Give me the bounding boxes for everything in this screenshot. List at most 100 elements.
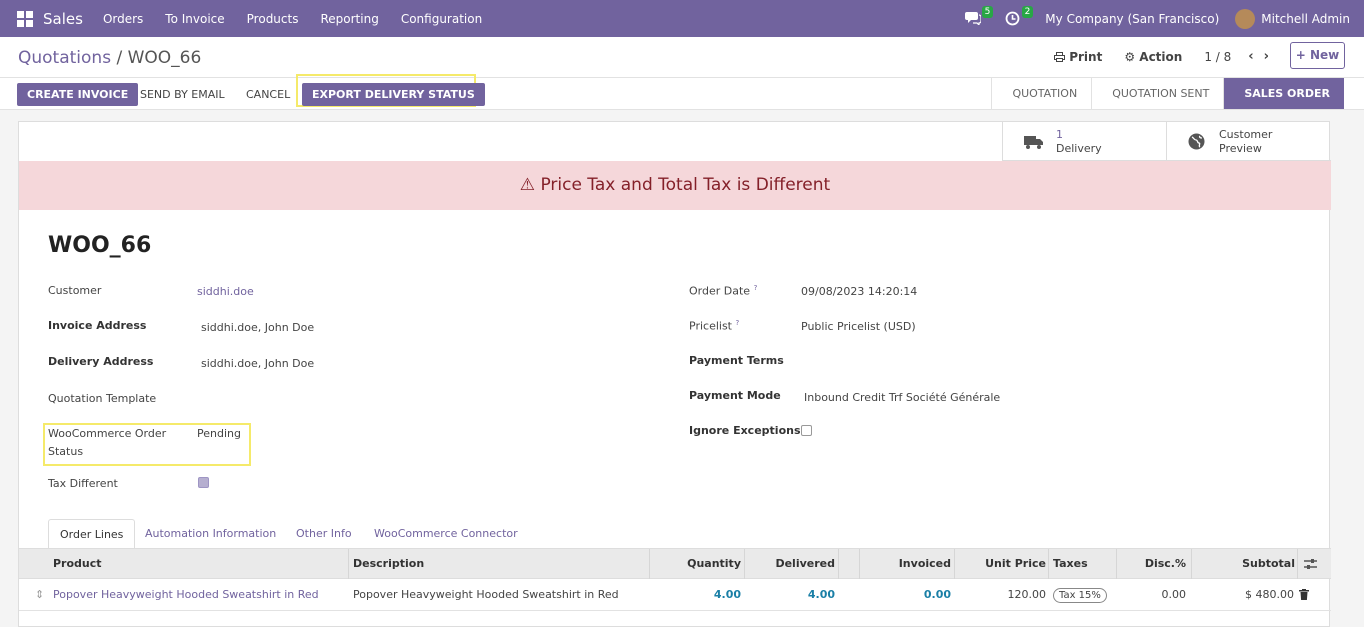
pager-next-icon[interactable]: › — [1264, 49, 1269, 64]
stage-quotation-sent[interactable]: QUOTATION SENT — [1091, 78, 1223, 109]
menu-orders[interactable]: Orders — [103, 12, 143, 26]
messages-badge: 5 — [981, 5, 994, 18]
delivery-label: Delivery — [1056, 142, 1102, 155]
col-separator — [744, 549, 745, 579]
order-date-value[interactable]: 09/08/2023 14:20:14 — [801, 285, 917, 298]
create-invoice-button[interactable]: CREATE INVOICE — [17, 83, 139, 106]
row-taxes[interactable]: Tax 15% — [1053, 579, 1107, 611]
cancel-button[interactable]: CANCEL — [246, 83, 290, 106]
print-button[interactable]: Print — [1054, 50, 1102, 64]
col-separator — [859, 549, 860, 579]
user-menu[interactable]: Mitchell Admin — [1261, 12, 1350, 26]
messages-icon[interactable]: 5 — [965, 5, 994, 27]
user-avatar[interactable] — [1235, 8, 1256, 29]
col-taxes[interactable]: Taxes — [1053, 549, 1088, 579]
pricelist-value[interactable]: Public Pricelist (USD) — [801, 320, 916, 333]
col-separator — [649, 549, 650, 579]
action-button[interactable]: ⚙ Action — [1124, 50, 1182, 64]
apps-menu-icon[interactable] — [17, 10, 33, 27]
preview-label: Preview — [1219, 142, 1262, 155]
customer-value[interactable]: siddhi.doe — [197, 285, 254, 298]
col-subtotal[interactable]: Subtotal — [1242, 549, 1295, 579]
row-invoiced[interactable]: 0.00 — [924, 579, 951, 611]
woo-order-status-value[interactable]: Pending — [197, 427, 241, 440]
breadcrumb-current: WOO_66 — [127, 48, 202, 68]
col-separator — [1048, 549, 1049, 579]
row-discount[interactable]: 0.00 — [1162, 579, 1187, 611]
woo-order-status-label-line1: WooCommerce Order — [48, 427, 167, 440]
send-by-email-button[interactable]: SEND BY EMAIL — [140, 83, 225, 106]
delivery-address-label: Delivery Address — [48, 355, 154, 368]
activities-clock-icon[interactable]: 2 — [1005, 5, 1034, 27]
customer-label: Customer — [1219, 128, 1273, 141]
order-date-label: Order Date ? — [689, 284, 757, 298]
row-drag-handle-icon[interactable]: ⇕ — [35, 579, 44, 611]
tab-woocommerce-connector[interactable]: WooCommerce Connector — [363, 519, 529, 549]
order-lines-header: Product Description Quantity Delivered I… — [19, 549, 1331, 579]
row-subtotal: $ 480.00 — [1245, 588, 1294, 601]
menu-reporting[interactable]: Reporting — [320, 12, 378, 26]
order-date-label-text: Order Date — [689, 284, 751, 298]
table-row[interactable]: ⇕ Popover Heavyweight Hooded Sweatshirt … — [19, 579, 1331, 611]
col-description[interactable]: Description — [353, 549, 424, 579]
customer-preview-smart-button[interactable]: Customer Preview — [1166, 122, 1331, 161]
col-invoiced[interactable]: Invoiced — [899, 549, 951, 579]
control-panel: Quotations / WOO_66 Print ⚙ Action 1 / 8… — [0, 37, 1364, 78]
new-label: New — [1309, 48, 1340, 62]
row-description[interactable]: Popover Heavyweight Hooded Sweatshirt in… — [353, 579, 619, 611]
pager-prev-icon[interactable]: ‹ — [1248, 49, 1253, 64]
pricelist-help-icon[interactable]: ? — [736, 319, 740, 327]
row-unit-price[interactable]: 120.00 — [1008, 579, 1047, 611]
new-button[interactable]: + New — [1290, 42, 1345, 69]
stage-pipeline: QUOTATION QUOTATION SENT SALES ORDER — [991, 78, 1344, 109]
menu-to-invoice[interactable]: To Invoice — [165, 12, 224, 26]
delivery-smart-button[interactable]: 1 Delivery — [1002, 122, 1166, 161]
col-quantity[interactable]: Quantity — [687, 549, 741, 579]
row-quantity[interactable]: 4.00 — [714, 579, 741, 611]
invoice-address-value[interactable]: siddhi.doe, John Doe — [201, 321, 314, 334]
pager-value[interactable]: 1 / 8 — [1204, 50, 1231, 64]
export-delivery-status-button[interactable]: EXPORT DELIVERY STATUS — [302, 83, 485, 106]
col-product[interactable]: Product — [53, 549, 102, 579]
stage-sales-order[interactable]: SALES ORDER — [1223, 78, 1344, 109]
truck-icon — [1024, 136, 1043, 149]
gear-icon: ⚙ — [1124, 49, 1136, 64]
action-label: Action — [1139, 49, 1183, 64]
tab-automation-information[interactable]: Automation Information — [134, 519, 287, 549]
col-separator — [348, 549, 349, 579]
col-separator — [1297, 549, 1298, 579]
quotation-template-label: Quotation Template — [48, 392, 157, 405]
menu-configuration[interactable]: Configuration — [401, 12, 482, 26]
app-brand[interactable]: Sales — [43, 10, 83, 28]
optional-columns-toggle-icon[interactable] — [1304, 558, 1317, 570]
print-icon — [1054, 51, 1066, 62]
row-delivered[interactable]: 4.00 — [808, 579, 835, 611]
col-discount[interactable]: Disc.% — [1145, 549, 1186, 579]
tab-other-info[interactable]: Other Info — [285, 519, 363, 549]
col-separator — [954, 549, 955, 579]
stage-quotation[interactable]: QUOTATION — [991, 78, 1091, 109]
tax-different-checkbox[interactable] — [198, 477, 209, 488]
activities-badge: 2 — [1021, 5, 1034, 18]
breadcrumb: Quotations / WOO_66 — [18, 48, 201, 68]
ignore-exceptions-checkbox[interactable] — [801, 425, 812, 436]
invoice-address-label: Invoice Address — [48, 319, 147, 332]
col-separator — [1191, 549, 1192, 579]
tax-tag: Tax 15% — [1053, 588, 1107, 603]
payment-terms-label: Payment Terms — [689, 354, 784, 367]
menu-products[interactable]: Products — [247, 12, 299, 26]
col-unit-price[interactable]: Unit Price — [985, 549, 1046, 579]
alert-message: Price Tax and Total Tax is Different — [540, 175, 831, 195]
delivery-address-value[interactable]: siddhi.doe, John Doe — [201, 357, 314, 370]
breadcrumb-quotations[interactable]: Quotations — [18, 48, 111, 68]
order-date-help-icon[interactable]: ? — [754, 284, 758, 292]
col-delivered[interactable]: Delivered — [775, 549, 835, 579]
company-switcher[interactable]: My Company (San Francisco) — [1045, 12, 1219, 26]
top-navbar: Sales Orders To Invoice Products Reporti… — [0, 0, 1364, 37]
trash-icon[interactable] — [1299, 589, 1309, 600]
payment-mode-value[interactable]: Inbound Credit Trf Société Générale — [804, 391, 1000, 404]
print-label: Print — [1069, 49, 1103, 64]
tab-order-lines[interactable]: Order Lines — [48, 519, 136, 549]
row-product[interactable]: Popover Heavyweight Hooded Sweatshirt in… — [53, 579, 319, 611]
delivery-count: 1 — [1056, 128, 1063, 141]
